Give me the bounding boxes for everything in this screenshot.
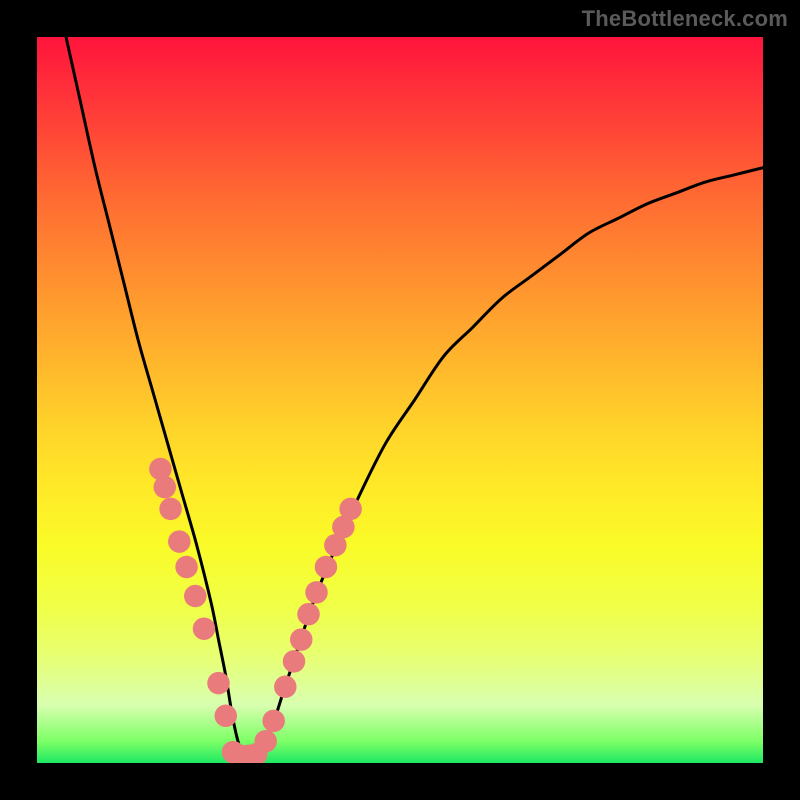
curve-marker bbox=[305, 581, 328, 604]
curve-marker bbox=[193, 617, 216, 640]
curve-marker bbox=[159, 498, 182, 521]
curve-marker bbox=[175, 556, 198, 579]
curve-marker bbox=[274, 676, 297, 699]
chart-plot-area bbox=[37, 37, 763, 763]
curve-marker bbox=[184, 585, 207, 608]
curve-marker bbox=[297, 603, 320, 626]
curve-marker bbox=[339, 498, 362, 521]
curve-marker bbox=[315, 556, 338, 579]
curve-marker bbox=[215, 705, 238, 728]
curve-marker bbox=[168, 530, 191, 553]
curve-marker bbox=[254, 730, 277, 753]
chart-svg bbox=[37, 37, 763, 763]
curve-markers bbox=[149, 458, 362, 763]
chart-frame: TheBottleneck.com bbox=[0, 0, 800, 800]
curve-marker bbox=[262, 710, 285, 733]
bottleneck-curve bbox=[66, 37, 763, 758]
curve-marker bbox=[290, 628, 313, 651]
curve-marker bbox=[207, 672, 230, 695]
curve-marker bbox=[154, 476, 177, 499]
watermark-text: TheBottleneck.com bbox=[582, 6, 788, 32]
curve-marker bbox=[283, 650, 306, 673]
